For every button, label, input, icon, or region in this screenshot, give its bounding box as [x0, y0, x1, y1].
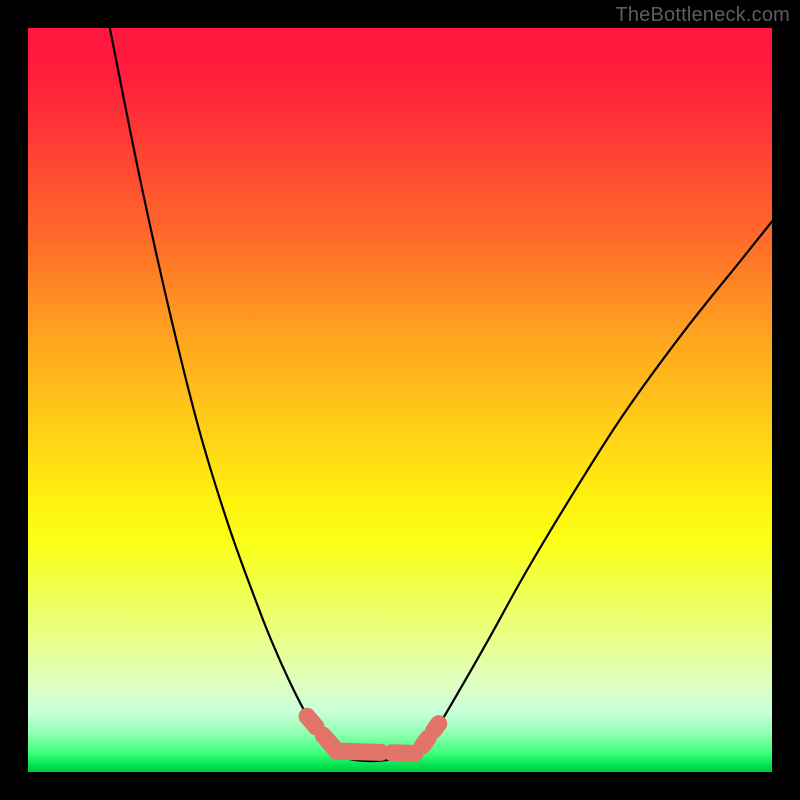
highlight-seg-1: [337, 751, 415, 753]
highlight-seg-2: [422, 724, 438, 746]
curve-left-branch: [110, 28, 337, 753]
chart-svg: [28, 28, 772, 772]
watermark-text: TheBottleneck.com: [615, 4, 790, 27]
curve-right-branch: [419, 221, 772, 749]
highlight-overlay: [307, 716, 439, 753]
chart-plot-area: [28, 28, 772, 772]
